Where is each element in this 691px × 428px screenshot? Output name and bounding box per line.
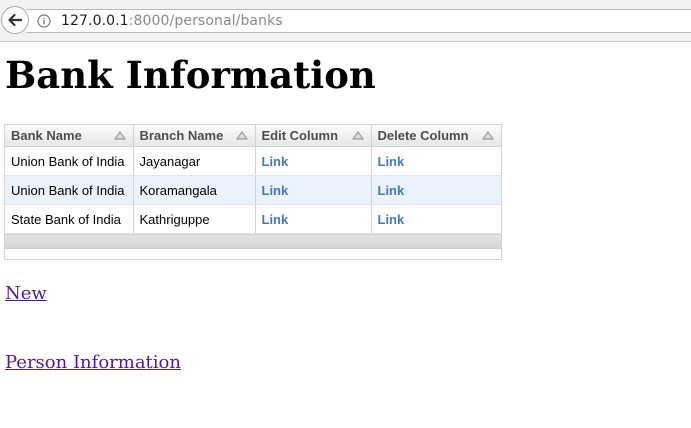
- delete-cell: Link: [371, 175, 501, 205]
- url-text[interactable]: 127.0.0.1:8000/personal/banks: [61, 13, 283, 29]
- column-header-label: Bank Name: [11, 128, 82, 143]
- edit-link[interactable]: Link: [262, 212, 289, 227]
- column-header-label: Branch Name: [139, 128, 224, 143]
- sort-icon: [351, 131, 364, 140]
- url-path: :8000/personal/banks: [128, 13, 283, 29]
- table-row[interactable]: State Bank of India Kathriguppe Link Lin…: [5, 204, 501, 234]
- grid-pager-bar: [5, 234, 501, 249]
- sort-icon: [482, 131, 494, 140]
- edit-cell: Link: [255, 204, 372, 234]
- delete-link[interactable]: Link: [378, 212, 405, 227]
- back-button[interactable]: [1, 6, 29, 34]
- header-row: Bank Name Branch Name Edit Column Delete…: [5, 125, 501, 147]
- edit-cell: Link: [255, 175, 372, 205]
- delete-cell: Link: [371, 204, 501, 234]
- branch-name-cell: Kathriguppe: [133, 204, 256, 234]
- bank-grid: Bank Name Branch Name Edit Column Delete…: [4, 124, 502, 260]
- column-header-branch-name[interactable]: Branch Name: [133, 125, 256, 147]
- page-title: Bank Information: [5, 53, 376, 97]
- column-header-bank-name[interactable]: Bank Name: [5, 125, 134, 147]
- url-host: 127.0.0.1: [61, 13, 129, 29]
- bank-name-cell: Union Bank of India: [5, 175, 134, 205]
- edit-cell: Link: [255, 146, 372, 176]
- new-link[interactable]: New: [5, 283, 47, 304]
- bank-table: Bank Name Branch Name Edit Column Delete…: [5, 125, 501, 234]
- arrow-left-icon: [8, 13, 23, 27]
- edit-link[interactable]: Link: [262, 154, 289, 169]
- delete-link[interactable]: Link: [378, 183, 405, 198]
- delete-cell: Link: [371, 146, 501, 176]
- bank-name-cell: Union Bank of India: [5, 146, 134, 176]
- sort-icon: [113, 131, 126, 140]
- edit-link[interactable]: Link: [262, 183, 289, 198]
- column-header-label: Delete Column: [377, 128, 469, 143]
- browser-toolbar: 127.0.0.1:8000/personal/banks: [0, 0, 691, 42]
- sort-icon: [235, 131, 248, 140]
- person-information-link[interactable]: Person Information: [5, 352, 181, 373]
- table-row[interactable]: Union Bank of India Koramangala Link Lin…: [5, 175, 501, 205]
- branch-name-cell: Koramangala: [133, 175, 256, 205]
- column-header-edit[interactable]: Edit Column: [255, 125, 372, 147]
- address-bar[interactable]: 127.0.0.1:8000/personal/banks: [26, 9, 691, 33]
- bank-name-cell: State Bank of India: [5, 204, 134, 234]
- column-header-label: Edit Column: [261, 128, 339, 143]
- column-header-delete[interactable]: Delete Column: [371, 125, 501, 147]
- info-icon[interactable]: [37, 14, 51, 28]
- branch-name-cell: Jayanagar: [133, 146, 256, 176]
- table-row[interactable]: Union Bank of India Jayanagar Link Link: [5, 146, 501, 176]
- delete-link[interactable]: Link: [378, 154, 405, 169]
